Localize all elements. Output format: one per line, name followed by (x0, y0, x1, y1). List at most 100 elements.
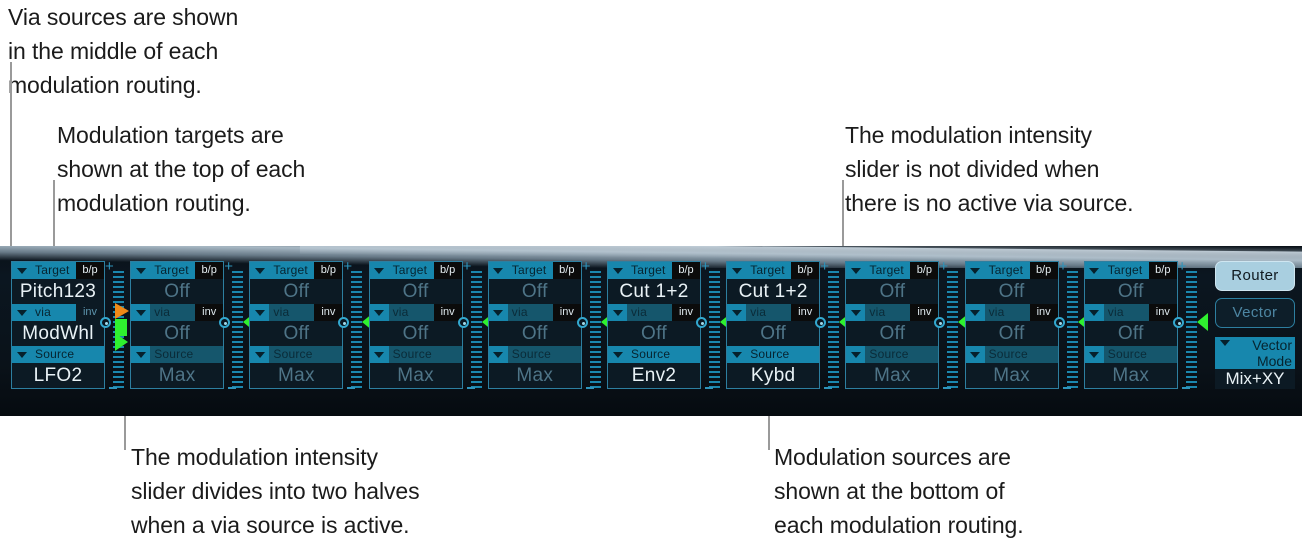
slider-ladder[interactable] (351, 271, 363, 389)
slot-4-target-header[interactable]: Target b/p (369, 262, 462, 279)
chevron-down-icon[interactable] (131, 346, 151, 363)
slot-5-target-header[interactable]: Target b/p (488, 262, 581, 279)
slot-7-via-header[interactable]: via inv (727, 304, 820, 321)
chevron-down-icon[interactable] (1084, 304, 1104, 321)
slider-knob[interactable] (1172, 317, 1184, 328)
chevron-down-icon[interactable] (727, 304, 747, 321)
slider-ladder[interactable] (1185, 271, 1197, 389)
slot-10-via-header[interactable]: via inv (1084, 304, 1177, 321)
slot-4-via-header[interactable]: via inv (369, 304, 462, 321)
slot-6-source-value[interactable]: Env2 (608, 363, 700, 388)
invert-badge[interactable]: inv (552, 304, 581, 321)
slider-knob[interactable] (696, 317, 707, 328)
slot-5-target-value[interactable]: Off (488, 279, 581, 304)
vector-mode-value[interactable]: Mix+XY (1215, 369, 1295, 389)
slider-knob[interactable] (100, 317, 111, 328)
slot-5-source-value[interactable]: Max (488, 363, 581, 388)
vector-button[interactable]: Vector (1215, 298, 1295, 328)
invert-badge[interactable]: inv (76, 304, 104, 321)
slider-ladder[interactable] (470, 271, 482, 389)
bypass-badge[interactable]: b/p (910, 262, 939, 279)
slot-2-target-header[interactable]: Target b/p (131, 262, 224, 279)
slot-6-intensity-slider[interactable]: + (696, 259, 731, 393)
slot-7-intensity-slider[interactable]: + (815, 259, 851, 393)
invert-badge[interactable]: inv (1029, 304, 1058, 321)
slot-2-source-value[interactable]: Max (131, 363, 224, 388)
chevron-down-icon[interactable] (608, 304, 627, 321)
chevron-down-icon[interactable] (965, 346, 985, 363)
chevron-down-icon[interactable] (12, 304, 31, 321)
bypass-badge[interactable]: b/p (433, 262, 462, 279)
slider-knob[interactable] (1053, 317, 1065, 328)
slot-4-via-value[interactable]: Off (369, 321, 462, 346)
slot-8-intensity-slider[interactable]: + (934, 259, 970, 393)
slot-5-via-header[interactable]: via inv (488, 304, 581, 321)
bypass-badge[interactable]: b/p (76, 262, 104, 279)
slider-ladder[interactable] (947, 271, 959, 389)
slot-9-intensity-slider[interactable]: + (1053, 259, 1089, 393)
router-button[interactable]: Router (1215, 261, 1295, 291)
slider-ladder[interactable] (232, 271, 244, 389)
slot-6-via-header[interactable]: via inv (608, 304, 700, 321)
slot-9-via-header[interactable]: via inv (965, 304, 1058, 321)
slot-3-intensity-slider[interactable]: + (338, 259, 374, 393)
slot-9-source-value[interactable]: Max (965, 363, 1058, 388)
chevron-down-icon[interactable] (846, 304, 866, 321)
slot-1-via-header[interactable]: via inv (12, 304, 104, 321)
slot-10-target-value[interactable]: Off (1084, 279, 1177, 304)
slider-knob[interactable] (934, 317, 946, 328)
chevron-down-icon[interactable] (250, 346, 270, 363)
slot-2-via-value[interactable]: Off (131, 321, 224, 346)
slot-2-via-header[interactable]: via inv (131, 304, 224, 321)
slot-7-target-value[interactable]: Cut 1+2 (727, 279, 820, 304)
slot-8-source-header[interactable]: Source (846, 346, 939, 363)
slot-10-source-header[interactable]: Source (1084, 346, 1177, 363)
chevron-down-icon[interactable] (608, 346, 627, 363)
bypass-badge[interactable]: b/p (791, 262, 820, 279)
chevron-down-icon[interactable] (488, 346, 508, 363)
chevron-down-icon[interactable] (369, 346, 389, 363)
bypass-badge[interactable]: b/p (1029, 262, 1058, 279)
chevron-down-icon[interactable] (250, 262, 270, 279)
bypass-badge[interactable]: b/p (314, 262, 343, 279)
chevron-down-icon[interactable] (846, 262, 866, 279)
chevron-down-icon[interactable] (488, 262, 508, 279)
slot-8-via-value[interactable]: Off (846, 321, 939, 346)
slot-6-target-header[interactable]: Target b/p (608, 262, 700, 279)
slot-4-source-header[interactable]: Source (369, 346, 462, 363)
slot-9-source-header[interactable]: Source (965, 346, 1058, 363)
chevron-down-icon[interactable] (12, 262, 31, 279)
bypass-badge[interactable]: b/p (552, 262, 581, 279)
chevron-down-icon[interactable] (1084, 262, 1104, 279)
slot-4-target-value[interactable]: Off (369, 279, 462, 304)
slot-1-source-header[interactable]: Source (12, 346, 104, 363)
slider-ladder[interactable] (589, 271, 601, 389)
slot-9-target-header[interactable]: Target b/p (965, 262, 1058, 279)
slot-1-intensity-slider[interactable]: + (100, 259, 129, 393)
slot-6-via-value[interactable]: Off (608, 321, 700, 346)
bypass-badge[interactable]: b/p (195, 262, 224, 279)
slot-3-source-header[interactable]: Source (250, 346, 343, 363)
slot-10-via-value[interactable]: Off (1084, 321, 1177, 346)
chevron-down-icon[interactable] (846, 346, 866, 363)
chevron-down-icon[interactable] (369, 304, 389, 321)
slot-2-source-header[interactable]: Source (131, 346, 224, 363)
slot-3-source-value[interactable]: Max (250, 363, 343, 388)
chevron-down-icon[interactable] (727, 346, 747, 363)
slot-5-via-value[interactable]: Off (488, 321, 581, 346)
chevron-down-icon[interactable] (250, 304, 270, 321)
slot-8-via-header[interactable]: via inv (846, 304, 939, 321)
slot-9-via-value[interactable]: Off (965, 321, 1058, 346)
bypass-badge[interactable]: b/p (1148, 262, 1177, 279)
slider-ladder[interactable] (709, 271, 720, 389)
slot-10-intensity-slider[interactable]: + (1172, 259, 1208, 393)
slot-9-target-value[interactable]: Off (965, 279, 1058, 304)
slot-1-source-value[interactable]: LFO2 (12, 363, 104, 388)
slot-5-source-header[interactable]: Source (488, 346, 581, 363)
slot-6-source-header[interactable]: Source (608, 346, 700, 363)
slot-7-via-value[interactable]: Off (727, 321, 820, 346)
slider-knob[interactable] (457, 317, 469, 328)
slot-8-target-value[interactable]: Off (846, 279, 939, 304)
slot-3-via-value[interactable]: Off (250, 321, 343, 346)
slider-ladder[interactable] (828, 271, 840, 389)
